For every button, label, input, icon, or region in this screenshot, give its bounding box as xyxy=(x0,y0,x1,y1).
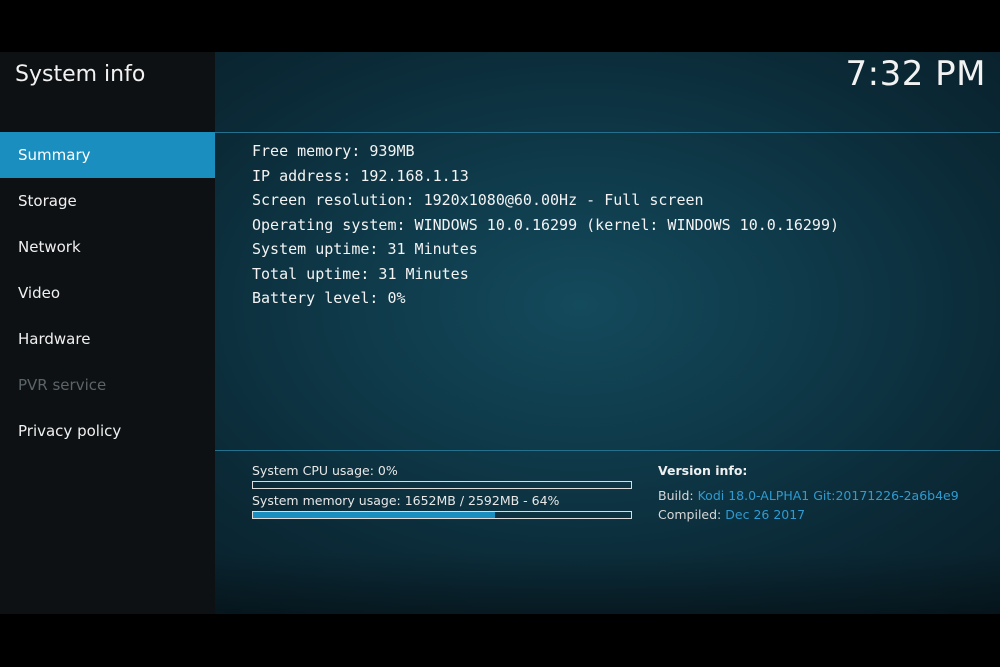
compiled-label: Compiled: xyxy=(658,507,722,522)
cpu-usage-bar xyxy=(252,481,632,489)
info-ip-address: IP address: 192.168.1.13 xyxy=(252,166,469,185)
compiled-value: Dec 26 2017 xyxy=(725,507,806,522)
cpu-usage-label: System CPU usage: 0% xyxy=(252,463,398,478)
info-total-uptime: Total uptime: 31 Minutes xyxy=(252,264,469,283)
menu-item-storage[interactable]: Storage xyxy=(0,178,215,224)
memory-usage-label: System memory usage: 1652MB / 2592MB - 6… xyxy=(252,493,560,508)
info-free-memory: Free memory: 939MB xyxy=(252,142,415,160)
info-system-uptime: System uptime: 31 Minutes xyxy=(252,240,478,258)
version-info-title: Version info: xyxy=(658,463,748,478)
category-menu: Summary Storage Network Video Hardware P… xyxy=(0,132,215,454)
build-label: Build: xyxy=(658,488,694,503)
info-battery-level: Battery level: 0% xyxy=(252,289,406,307)
bottom-shade xyxy=(215,552,1000,614)
info-screen-resolution: Screen resolution: 1920x1080@60.00Hz - F… xyxy=(252,191,704,209)
kodi-system-info-screen: System info Summary Storage Network Vide… xyxy=(0,52,1000,614)
sidebar: System info Summary Storage Network Vide… xyxy=(0,52,215,614)
menu-item-privacy-policy[interactable]: Privacy policy xyxy=(0,408,215,454)
build-value: Kodi 18.0-ALPHA1 Git:20171226-2a6b4e9 xyxy=(697,488,959,503)
version-build-row: Build: Kodi 18.0-ALPHA1 Git:20171226-2a6b… xyxy=(658,488,959,503)
memory-usage-bar xyxy=(252,511,632,519)
summary-info-list: Free memory: 939MB IP address: 192.168.1… xyxy=(252,139,839,311)
menu-item-network[interactable]: Network xyxy=(0,224,215,270)
menu-item-hardware[interactable]: Hardware xyxy=(0,316,215,362)
menu-item-summary[interactable]: Summary xyxy=(0,132,215,178)
clock: 7:32 PM xyxy=(845,54,986,94)
page-title: System info xyxy=(15,62,146,87)
divider-bottom xyxy=(215,450,1000,451)
menu-item-pvr-service: PVR service xyxy=(18,376,107,394)
divider-top xyxy=(215,132,1000,133)
menu-item-video[interactable]: Video xyxy=(0,270,215,316)
info-operating-system: Operating system: WINDOWS 10.0.16299 (ke… xyxy=(252,215,839,234)
version-compiled-row: Compiled: Dec 26 2017 xyxy=(658,507,805,522)
memory-usage-bar-fill xyxy=(253,512,495,518)
